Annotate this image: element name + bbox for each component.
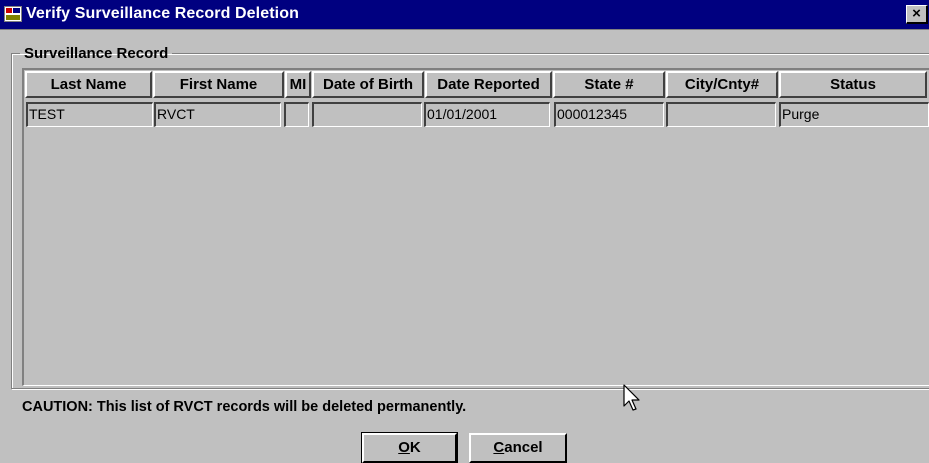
ok-button[interactable]: OK: [361, 432, 458, 463]
cancel-mnemonic: C: [493, 439, 505, 456]
cancel-label-rest: ancel: [504, 439, 543, 456]
window-title: Verify Surveillance Record Deletion: [26, 5, 299, 22]
cell-date-reported[interactable]: 01/01/2001: [424, 102, 550, 127]
caution-message: CAUTION: This list of RVCT records will …: [22, 399, 467, 415]
ok-label-rest: K: [409, 439, 421, 456]
cell-status[interactable]: Purge: [779, 102, 929, 127]
cancel-button[interactable]: Cancel: [469, 433, 567, 463]
ok-mnemonic: O: [398, 439, 410, 456]
title-bar[interactable]: Verify Surveillance Record Deletion ×: [0, 0, 929, 30]
app-icon: [4, 6, 22, 22]
cell-state-number[interactable]: 000012345: [554, 102, 664, 127]
col-header-last-name[interactable]: Last Name: [25, 71, 152, 98]
col-header-first-name[interactable]: First Name: [153, 71, 284, 98]
close-icon: ×: [912, 5, 921, 22]
col-header-state-number[interactable]: State #: [553, 71, 665, 98]
records-grid[interactable]: Last Name First Name MI Date of Birth Da…: [22, 68, 929, 386]
col-header-mi[interactable]: MI: [285, 71, 311, 98]
mouse-pointer-icon: [623, 384, 640, 411]
cell-date-of-birth[interactable]: [312, 102, 422, 127]
group-label: Surveillance Record: [24, 45, 169, 62]
close-button[interactable]: ×: [906, 5, 928, 24]
cell-city-county-number[interactable]: [666, 102, 776, 127]
cell-mi[interactable]: [284, 102, 309, 127]
col-header-status[interactable]: Status: [779, 71, 927, 98]
col-header-date-of-birth[interactable]: Date of Birth: [312, 71, 424, 98]
col-header-date-reported[interactable]: Date Reported: [425, 71, 552, 98]
col-header-city-county-number[interactable]: City/Cnty#: [666, 71, 778, 98]
cell-first-name[interactable]: RVCT: [154, 102, 281, 127]
cell-last-name[interactable]: TEST: [26, 102, 153, 127]
